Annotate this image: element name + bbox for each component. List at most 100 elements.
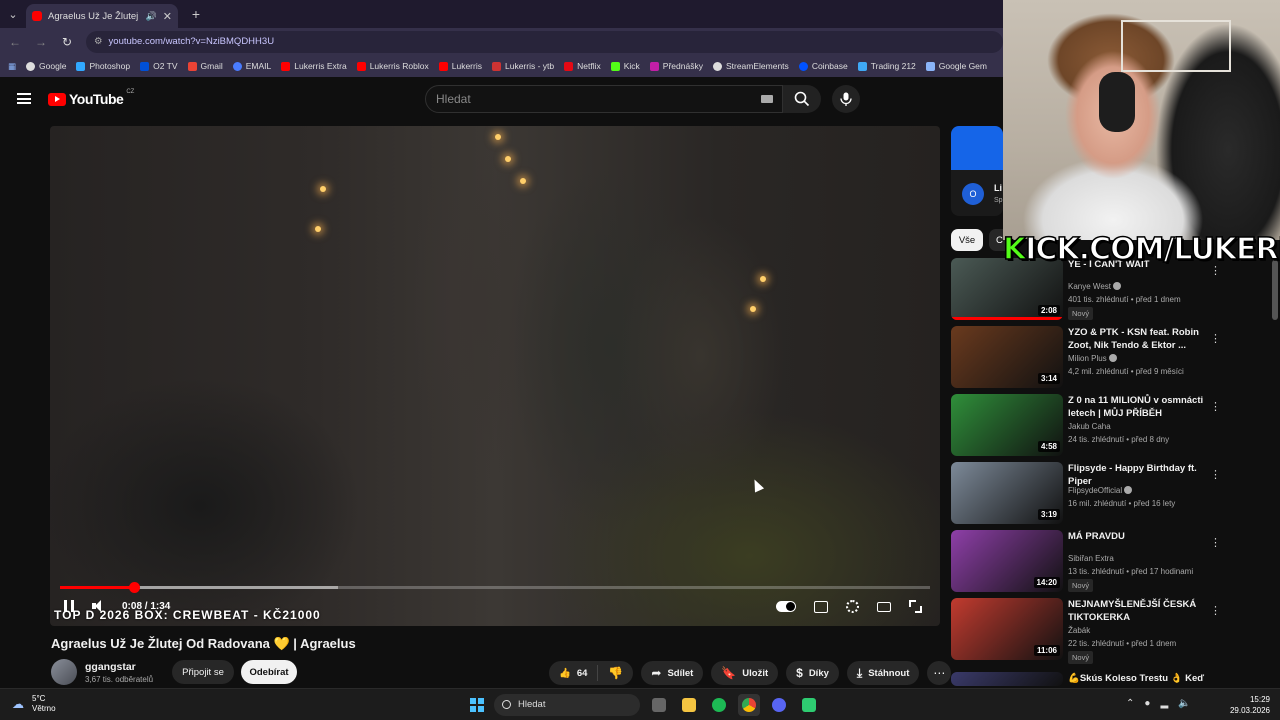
video-thumbnail[interactable]: 3:19 bbox=[951, 462, 1063, 524]
bookmark-kick[interactable]: Kick bbox=[610, 61, 640, 71]
like-button[interactable]: 👍 64 bbox=[549, 665, 599, 681]
subscribe-button[interactable]: Odebírat bbox=[241, 660, 297, 684]
menu-icon[interactable] bbox=[17, 93, 31, 104]
recommended-video[interactable]: 3:19 Flipsyde - Happy Birthday ft. Piper F… bbox=[951, 462, 1280, 524]
back-icon[interactable]: ← bbox=[8, 35, 22, 49]
weather-desc: Větrno bbox=[32, 704, 56, 713]
recommended-title[interactable]: Z 0 na 11 MILIONŮ v osmnácti letech | MŮ… bbox=[1068, 394, 1216, 420]
recommended-meta: 4,2 mil. zhlédnutí • před 9 měsíci bbox=[1068, 367, 1184, 376]
app-icon[interactable] bbox=[798, 694, 820, 716]
subtitles-icon[interactable] bbox=[814, 600, 828, 613]
url-field[interactable]: ⚙ youtube.com/watch?v=NziBMQDHH3U bbox=[86, 30, 1003, 53]
more-options-icon[interactable]: ⋮ bbox=[1210, 536, 1221, 549]
tray-chevron-icon[interactable]: ⌃ bbox=[1126, 698, 1134, 709]
save-button[interactable]: 🔖 Uložit bbox=[711, 661, 779, 685]
bookmark-netflix[interactable]: Netflix bbox=[564, 61, 601, 71]
recommended-channel[interactable]: Milion Plus bbox=[1068, 354, 1117, 363]
video-thumbnail[interactable] bbox=[951, 672, 1063, 686]
bookmark-lukerris-extra[interactable]: Lukerris Extra bbox=[281, 61, 347, 71]
bookmark-o2tv[interactable]: O2 TV bbox=[140, 61, 178, 71]
reload-icon[interactable]: ↻ bbox=[60, 35, 74, 49]
video-thumbnail[interactable]: 3:14 bbox=[951, 326, 1063, 388]
speaker-icon[interactable]: 🔈 bbox=[1178, 698, 1190, 709]
join-button[interactable]: Připojit se bbox=[172, 660, 234, 684]
spotify-icon[interactable] bbox=[708, 694, 730, 716]
search-button[interactable] bbox=[783, 85, 821, 113]
settings-gear-icon[interactable] bbox=[846, 600, 859, 613]
video-thumbnail[interactable]: 11:06 bbox=[951, 598, 1063, 660]
channel-name[interactable]: ggangstar bbox=[85, 661, 136, 673]
more-actions-icon[interactable]: ⋯ bbox=[927, 661, 952, 685]
tray-app-icon[interactable]: ● bbox=[1144, 698, 1150, 709]
search-input[interactable]: Hledat bbox=[425, 85, 783, 113]
recommended-channel[interactable]: Jakub Caha bbox=[1068, 422, 1111, 431]
thanks-button[interactable]: $ Díky bbox=[786, 661, 839, 685]
channel-avatar[interactable] bbox=[51, 659, 77, 685]
new-tab-button[interactable]: + bbox=[186, 4, 206, 24]
recommended-channel[interactable]: Kanye West bbox=[1068, 282, 1121, 291]
clock[interactable]: 15:29 29.03.2026 bbox=[1226, 694, 1270, 716]
recommended-video[interactable]: 14:20 MÁ PRAVDU Sibiřan Extra 13 tis. zhléd… bbox=[951, 530, 1280, 592]
apps-grid-icon[interactable]: ▦ bbox=[8, 61, 16, 72]
bookmark-lukerris-roblox[interactable]: Lukerris Roblox bbox=[356, 61, 429, 71]
recommended-channel[interactable]: Sibiřan Extra bbox=[1068, 554, 1114, 563]
download-button[interactable]: ⤓ Stáhnout bbox=[846, 661, 920, 685]
autoplay-toggle[interactable] bbox=[776, 601, 796, 612]
recommended-video[interactable]: 4:58 Z 0 na 11 MILIONŮ v osmnácti letech … bbox=[951, 394, 1280, 456]
video-player[interactable]: TOP D 2026 BOX: CREWBEAT - KČ21000 0:08 … bbox=[50, 126, 940, 626]
bookmark-lukerris[interactable]: Lukerris bbox=[438, 61, 482, 71]
taskbar-search[interactable]: Hledat bbox=[494, 694, 640, 716]
bookmark-photoshop[interactable]: Photoshop bbox=[76, 61, 130, 71]
bookmark-email[interactable]: EMAIL bbox=[232, 61, 271, 71]
more-options-icon[interactable]: ⋮ bbox=[1210, 604, 1221, 617]
bookmark-google[interactable]: Google bbox=[26, 61, 66, 71]
more-options-icon[interactable]: ⋮ bbox=[1210, 332, 1221, 345]
more-options-icon[interactable]: ⋮ bbox=[1210, 468, 1221, 481]
youtube-logo[interactable]: YouTube CZ bbox=[48, 89, 134, 107]
bookmark-prednasky[interactable]: Přednášky bbox=[649, 61, 703, 71]
bookmark-streamelements[interactable]: StreamElements bbox=[712, 61, 789, 71]
site-info-icon[interactable]: ⚙ bbox=[94, 36, 103, 47]
file-explorer-icon[interactable] bbox=[678, 694, 700, 716]
sidebar-ad[interactable]: O Li Sp bbox=[951, 126, 1003, 216]
bookmark-trading212[interactable]: Trading 212 bbox=[857, 61, 916, 71]
video-thumbnail[interactable]: 4:58 bbox=[951, 394, 1063, 456]
theater-mode-icon[interactable] bbox=[877, 601, 891, 612]
bookmark-coinbase[interactable]: Coinbase bbox=[798, 61, 848, 71]
recommended-title[interactable]: 💪Skús Koleso Trestu 👌 Keď bbox=[1068, 672, 1216, 685]
discord-icon[interactable] bbox=[768, 694, 790, 716]
dislike-button[interactable]: 👎 bbox=[598, 666, 633, 680]
recommended-video[interactable]: 💪Skús Koleso Trestu 👌 Keď bbox=[951, 672, 1280, 686]
tab-search-icon[interactable]: ⌄ bbox=[0, 0, 26, 28]
close-tab-icon[interactable]: ✕ bbox=[163, 10, 172, 23]
chrome-icon[interactable] bbox=[738, 694, 760, 716]
pause-icon[interactable] bbox=[64, 600, 74, 612]
recommended-title[interactable]: Flipsyde - Happy Birthday ft. Piper bbox=[1068, 462, 1216, 488]
recommended-title[interactable]: YZO & PTK - KSN feat. Robin Zoot, Nik Te… bbox=[1068, 326, 1216, 352]
tab-youtube[interactable]: Agraelus Už Je Žlutej Od R... 🔊 ✕ bbox=[26, 4, 178, 28]
fullscreen-icon[interactable] bbox=[909, 600, 922, 613]
seek-bar[interactable] bbox=[60, 582, 930, 593]
forward-icon[interactable]: → bbox=[34, 35, 48, 49]
start-windows-icon[interactable] bbox=[470, 698, 484, 712]
bookmark-gmail[interactable]: Gmail bbox=[187, 61, 223, 71]
recommended-title[interactable]: NEJNAMYŠLENĚJŠÍ ČESKÁ TIKTOKERKA bbox=[1068, 598, 1216, 624]
weather-widget[interactable]: ☁ 5°C Větrno bbox=[12, 694, 56, 714]
recommended-video[interactable]: 11:06 NEJNAMYŠLENĚJŠÍ ČESKÁ TIKTOKERKA Žab… bbox=[951, 598, 1280, 664]
bookmark-lukerris-ytb[interactable]: Lukerris - ytb bbox=[491, 61, 554, 71]
recommended-channel[interactable]: FlipsydeOfficial bbox=[1068, 486, 1133, 495]
filter-chip-all[interactable]: Vše bbox=[951, 229, 983, 251]
bookmark-google-gemini[interactable]: Google Gem bbox=[925, 61, 987, 71]
recommended-video[interactable]: 3:14 YZO & PTK - KSN feat. Robin Zoot, Ni… bbox=[951, 326, 1280, 388]
share-button[interactable]: ➦ Sdílet bbox=[641, 661, 704, 685]
volume-icon[interactable] bbox=[92, 600, 104, 612]
task-view-icon[interactable] bbox=[648, 694, 670, 716]
keyboard-icon[interactable] bbox=[761, 95, 773, 103]
network-icon[interactable]: ▂ bbox=[1160, 698, 1168, 709]
seek-handle[interactable] bbox=[128, 582, 140, 593]
recommended-channel[interactable]: Žabák bbox=[1068, 626, 1090, 635]
more-options-icon[interactable]: ⋮ bbox=[1210, 400, 1221, 413]
voice-search-button[interactable] bbox=[832, 85, 860, 113]
video-thumbnail[interactable]: 14:20 bbox=[951, 530, 1063, 592]
recommended-title[interactable]: MÁ PRAVDU bbox=[1068, 530, 1216, 543]
